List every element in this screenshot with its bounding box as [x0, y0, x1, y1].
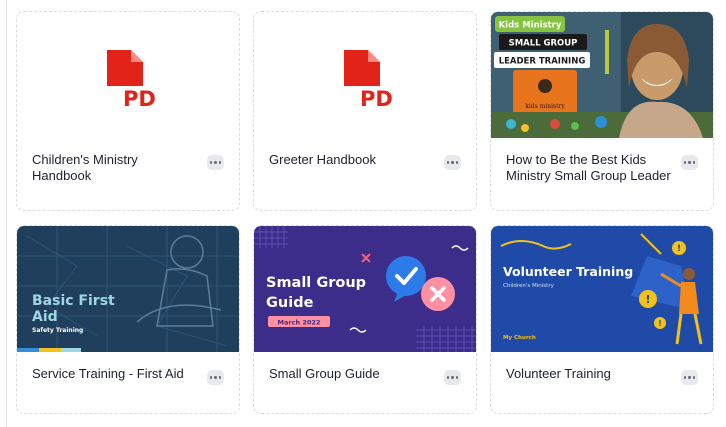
thumb-sub: Safety Training: [32, 327, 83, 334]
card-title[interactable]: Service Training - First Aid: [32, 366, 192, 382]
left-divider: [6, 0, 7, 427]
card-thumbnail[interactable]: kids ministry Kids Ministry SMALL GROUP …: [491, 12, 714, 138]
thumb-footer: My Church: [503, 335, 536, 341]
pdf-icon: PDF: [107, 50, 157, 106]
card-title[interactable]: Volunteer Training: [506, 366, 666, 382]
thumb-badge: Kids Ministry: [499, 21, 562, 31]
card-title[interactable]: Small Group Guide: [269, 366, 429, 382]
thumb-sub: Children's Ministry: [503, 283, 555, 289]
more-options-button[interactable]: [681, 370, 698, 385]
pdf-label: PDF: [360, 87, 394, 106]
card-thumbnail[interactable]: ! ! ! Volunteer Training Children's Mini…: [491, 226, 714, 352]
more-options-button[interactable]: [444, 155, 461, 170]
pdf-label: PDF: [123, 87, 157, 106]
card-thumbnail[interactable]: Basic First Aid Safety Training: [17, 226, 240, 352]
thumb-line1: SMALL GROUP: [509, 39, 578, 49]
thumb-line1: Basic First: [32, 293, 115, 309]
svg-text:!: !: [677, 244, 681, 254]
resource-card[interactable]: PDF Greeter Handbook: [253, 11, 477, 211]
resource-card[interactable]: kids ministry Kids Ministry SMALL GROUP …: [490, 11, 714, 211]
thumb-line1: Small Group: [266, 275, 366, 291]
sign-text: kids ministry: [525, 103, 565, 110]
card-thumbnail[interactable]: Small Group Guide March 2022: [254, 226, 477, 352]
svg-text:!: !: [658, 319, 662, 328]
resource-card[interactable]: PDF Children's Ministry Handbook: [16, 11, 240, 211]
more-options-button[interactable]: [207, 370, 224, 385]
thumb-line1: Volunteer Training: [503, 264, 633, 279]
more-options-button[interactable]: [681, 155, 698, 170]
card-title[interactable]: How to Be the Best Kids Ministry Small G…: [506, 152, 684, 184]
pdf-icon: PDF: [344, 50, 394, 106]
more-options-button[interactable]: [444, 370, 461, 385]
thumb-line2: Aid: [32, 309, 58, 325]
card-title[interactable]: Greeter Handbook: [269, 152, 429, 168]
more-options-button[interactable]: [207, 155, 224, 170]
resource-card[interactable]: Small Group Guide March 2022 Small Group…: [253, 225, 477, 414]
thumb-line2: LEADER TRAINING: [499, 57, 586, 67]
svg-text:!: !: [645, 293, 650, 306]
resource-card[interactable]: Basic First Aid Safety Training Service …: [16, 225, 240, 414]
resource-card[interactable]: ! ! ! Volunteer Training Children's Mini…: [490, 225, 714, 414]
card-title[interactable]: Children's Ministry Handbook: [32, 152, 192, 184]
thumb-line2: Guide: [266, 295, 314, 311]
thumb-date: March 2022: [278, 319, 321, 327]
